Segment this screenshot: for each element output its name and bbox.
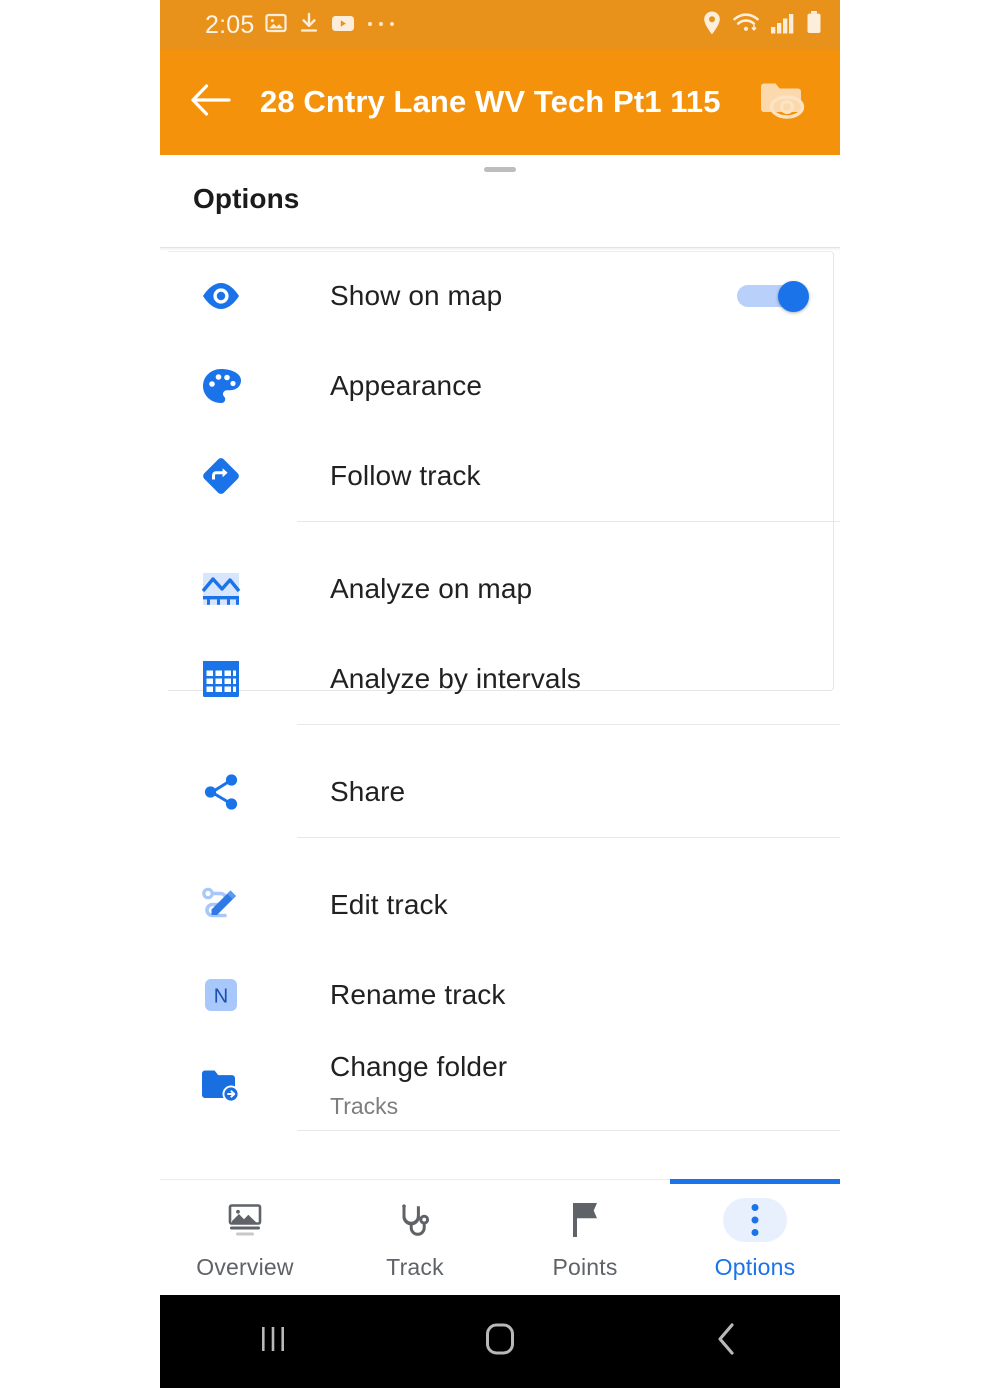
option-row-appearance[interactable]: Appearance [160, 341, 840, 431]
image-icon [264, 11, 288, 40]
tab-track[interactable]: Track [330, 1180, 500, 1295]
wifi-icon [732, 11, 760, 40]
option-label: Rename track [330, 979, 506, 1011]
folder-eye-icon [757, 77, 809, 128]
option-text: Show on map [249, 279, 730, 313]
option-row-follow-track[interactable]: Follow track [160, 431, 840, 521]
option-row-analyze-by-intervals[interactable]: Analyze by intervals [160, 634, 840, 724]
system-back-button[interactable] [613, 1321, 840, 1362]
flag-icon [557, 1195, 613, 1245]
palette-icon [193, 367, 249, 405]
option-text: Analyze on map [249, 572, 730, 606]
share-icon [193, 772, 249, 812]
svg-text:N: N [214, 986, 228, 1008]
option-trailing-control[interactable] [730, 281, 816, 312]
tab-label: Track [386, 1253, 444, 1280]
show-on-map-toggle[interactable] [737, 281, 809, 312]
youtube-icon [330, 12, 356, 39]
vertical-dots-icon [727, 1195, 783, 1245]
download-icon [298, 11, 320, 40]
tab-label: Points [552, 1253, 618, 1280]
phone-screen: 2:05 28 Cntry Lane WV Tech Pt1 115 Optio… [160, 0, 840, 1388]
recents-icon [258, 1322, 288, 1361]
sheet-title: Options [193, 183, 300, 214]
more-dots-icon [366, 16, 396, 34]
battery-icon [806, 10, 822, 41]
edit-track-icon [193, 884, 249, 926]
tab-options[interactable]: Options [670, 1179, 840, 1295]
sheet-drag-handle[interactable] [484, 167, 516, 172]
folder-visibility-button[interactable] [748, 68, 818, 138]
status-bar-right [702, 10, 822, 41]
option-label: Appearance [330, 370, 483, 402]
option-label: Analyze by intervals [330, 663, 582, 695]
recents-button[interactable] [160, 1322, 387, 1361]
option-row-share[interactable]: Share [160, 747, 840, 837]
signal-bars-icon [770, 11, 796, 40]
android-system-nav [160, 1295, 840, 1388]
table-grid-icon [193, 659, 249, 699]
option-label: Follow track [330, 460, 481, 492]
rename-n-icon: N [193, 975, 249, 1015]
system-back-icon [714, 1321, 740, 1362]
option-text: Share [249, 775, 730, 809]
option-label: Edit track [330, 889, 448, 921]
option-label: Change folder [330, 1050, 508, 1082]
location-pin-icon [702, 10, 722, 41]
tab-label: Overview [196, 1253, 294, 1280]
option-row-change-folder[interactable]: Change folder Tracks [160, 1040, 840, 1130]
option-text: Edit track [249, 888, 730, 922]
option-label: Show on map [330, 280, 503, 312]
sheet-divider [160, 247, 840, 251]
home-button[interactable] [387, 1321, 614, 1362]
section-divider [297, 1130, 840, 1131]
option-subtitle: Tracks [330, 1092, 399, 1119]
option-row-show-on-map[interactable]: Show on map [160, 251, 840, 341]
tab-overview[interactable]: Overview [160, 1180, 330, 1295]
tab-label: Options [714, 1253, 796, 1280]
overview-image-icon [217, 1195, 273, 1245]
options-sheet: Options Show on map Appearance Follow tr… [160, 155, 840, 1200]
folder-move-icon [193, 1065, 249, 1105]
tab-points[interactable]: Points [500, 1180, 670, 1295]
option-row-rename-track[interactable]: N Rename track [160, 950, 840, 1040]
option-text: Follow track [249, 459, 730, 493]
option-text: Change folder Tracks [249, 1050, 730, 1120]
status-time: 2:05 [205, 10, 255, 39]
option-row-analyze-on-map[interactable]: Analyze on map [160, 544, 840, 634]
option-row-edit-track[interactable]: Edit track [160, 860, 840, 950]
option-label: Share [330, 776, 406, 808]
app-bar: 28 Cntry Lane WV Tech Pt1 115 [160, 50, 840, 155]
option-text: Analyze by intervals [249, 662, 730, 696]
track-route-icon [387, 1195, 443, 1245]
toggle-knob [778, 281, 809, 312]
follow-track-icon [193, 455, 249, 497]
bottom-navigation: Overview Track Points Options [160, 1179, 840, 1295]
home-icon [483, 1321, 517, 1362]
option-text: Rename track [249, 978, 730, 1012]
option-text: Appearance [249, 369, 730, 403]
options-list: Show on map Appearance Follow track Anal… [160, 251, 840, 1131]
analyze-graph-icon [193, 569, 249, 609]
eye-icon [193, 280, 249, 312]
arrow-left-icon [189, 83, 231, 122]
page-title: 28 Cntry Lane WV Tech Pt1 115 [260, 84, 721, 120]
back-button[interactable] [160, 53, 260, 153]
option-label: Analyze on map [330, 573, 533, 605]
status-bar: 2:05 [160, 0, 840, 50]
status-bar-left: 2:05 [205, 11, 396, 40]
